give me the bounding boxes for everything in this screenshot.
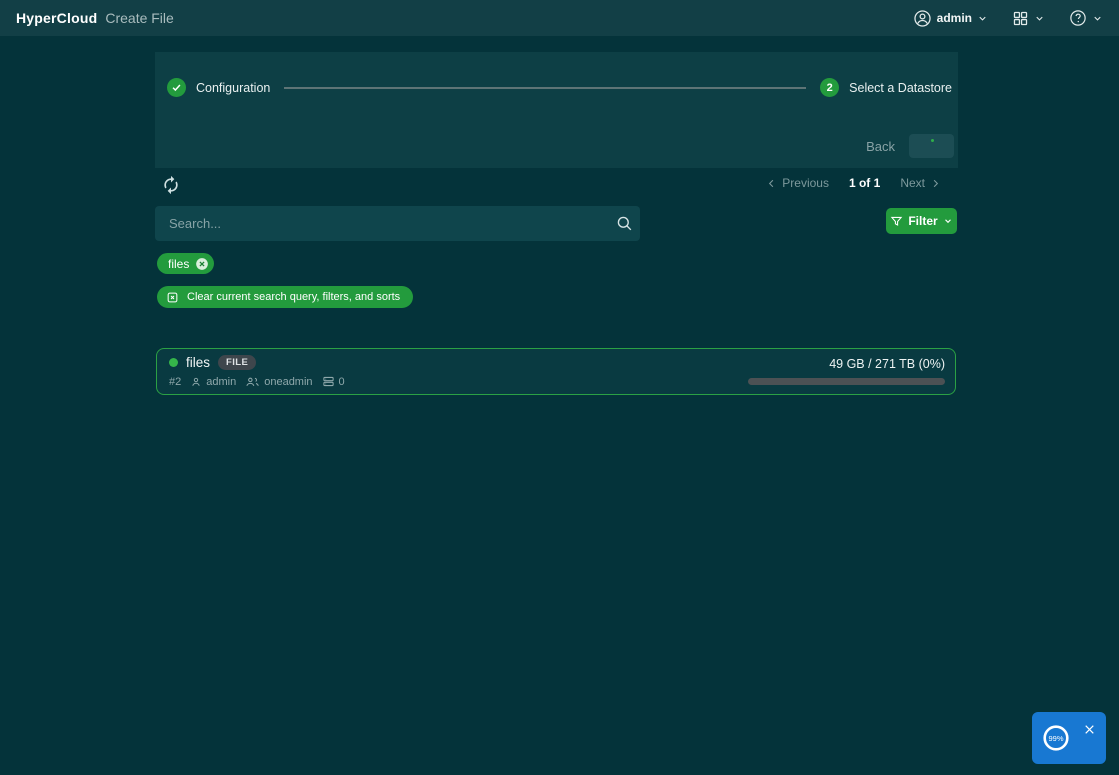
clear-filters-button[interactable]: Clear current search query, filters, and… [157,286,413,308]
stepper: Configuration 2 Select a Datastore [167,78,952,97]
datastore-info: files FILE #2 admin [169,355,345,388]
chevron-down-icon [943,216,953,226]
help-icon [1069,9,1087,27]
datastore-name: files [186,355,210,370]
progress-percent: 99% [1048,734,1063,743]
clear-filters-label: Clear current search query, filters, and… [187,291,400,303]
pagination: Previous 1 of 1 Next [766,176,941,190]
filter-button-label: Filter [908,214,937,228]
previous-page-button[interactable]: Previous [766,176,829,190]
datastore-type-badge: FILE [218,355,256,370]
step-label: Configuration [196,81,270,95]
person-icon [190,376,202,388]
group-label: oneadmin [264,376,312,388]
clusters-count: 0 [339,376,345,388]
chevron-down-icon [977,13,988,24]
chevron-down-icon [1092,13,1103,24]
clear-box-icon [166,291,179,304]
clusters-meta: 0 [322,375,345,388]
next-button-loading[interactable] [909,134,954,158]
previous-label: Previous [782,176,829,190]
filter-button[interactable]: Filter [886,208,957,234]
user-menu[interactable]: admin [913,9,988,28]
user-icon [913,9,932,28]
capacity-progress-bar [748,378,945,385]
brand-logo: HyperCloud [16,10,97,26]
server-stack-icon [322,375,335,388]
user-menu-label: admin [937,11,972,25]
apps-menu[interactable] [1012,10,1045,27]
datastore-id: #2 [169,376,181,388]
help-menu[interactable] [1069,9,1103,27]
loading-spinner-icon [931,139,934,142]
step-label: Select a Datastore [849,81,952,95]
group-icon [245,375,260,388]
next-page-button[interactable]: Next [900,176,941,190]
step-completed-check-icon [167,78,186,97]
owner-meta: admin [190,376,236,388]
datastore-card[interactable]: files FILE #2 admin [156,348,956,395]
chevron-down-icon [1034,13,1045,24]
search-input[interactable] [155,206,640,241]
owner-label: admin [206,376,236,388]
page-indicator: 1 of 1 [849,176,880,190]
wizard-panel: Configuration 2 Select a Datastore Back [155,52,958,168]
capacity-label: 49 GB / 271 TB (0%) [829,357,945,371]
chip-label: files [168,257,189,271]
status-dot [169,358,178,367]
chip-delete-icon[interactable] [195,257,209,271]
progress-ring: 99% [1041,723,1071,753]
next-label: Next [900,176,925,190]
topbar-actions: admin [913,9,1103,28]
stepper-connector [284,87,806,89]
step-number-badge: 2 [820,78,839,97]
upload-notification: 99% [1032,712,1106,764]
back-button[interactable]: Back [866,139,895,154]
close-notification-button[interactable] [1083,721,1099,737]
create-file-page: HyperCloud Create File admin [0,0,1119,775]
refresh-button[interactable] [161,174,183,196]
step-configuration[interactable]: Configuration [167,78,270,97]
active-filter-chip[interactable]: files [157,253,214,274]
page-title: Create File [105,10,173,26]
datastore-capacity: 49 GB / 271 TB (0%) [748,355,945,388]
funnel-icon [890,215,903,228]
wizard-actions: Back [866,134,954,158]
chevron-left-icon [766,178,777,189]
step-select-datastore[interactable]: 2 Select a Datastore [820,78,952,97]
chevron-right-icon [930,178,941,189]
group-meta: oneadmin [245,375,312,388]
apps-grid-icon [1012,10,1029,27]
topbar: HyperCloud Create File admin [0,0,1119,36]
